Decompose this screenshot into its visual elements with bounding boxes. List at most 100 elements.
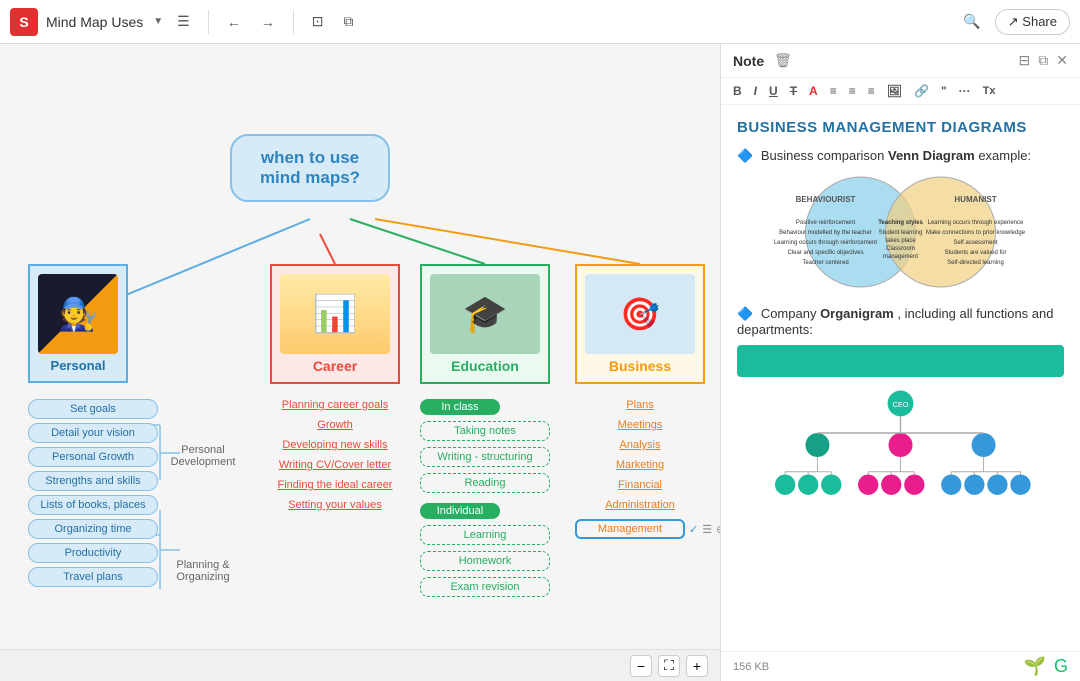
personal-label: Personal (34, 358, 122, 373)
popout-icon[interactable]: ⧉ (1038, 52, 1048, 69)
zoom-fit-button[interactable]: ⛶ (658, 655, 680, 677)
org-icon: 🔷 (737, 306, 753, 321)
trash-icon[interactable]: 🗑 (774, 52, 792, 69)
list-item[interactable]: Planning career goals (270, 399, 400, 411)
expand-icon[interactable]: ⊕ (716, 523, 720, 536)
list-item[interactable]: Set goals (28, 399, 158, 419)
canvas[interactable]: when to use mind maps? 🧑‍🔧 Personal Set … (0, 44, 720, 681)
business-label: Business (585, 358, 695, 374)
career-items: Planning career goals Growth Developing … (270, 399, 400, 511)
file-size: 156 KB (733, 661, 769, 673)
list-item[interactable]: Organizing time (28, 519, 158, 539)
business-image: 🎯 (585, 274, 695, 354)
frame-button[interactable]: ⊡ (306, 9, 330, 34)
list-item[interactable]: Developing new skills (270, 439, 400, 451)
list-item[interactable]: Exam revision (420, 577, 550, 597)
education-items: In class Taking notes Writing - structur… (420, 399, 550, 597)
svg-text:management: management (883, 254, 918, 260)
bold-button[interactable]: B (729, 82, 746, 100)
image-button[interactable]: 🖼 (883, 82, 906, 100)
svg-text:Students are valued for: Students are valued for (944, 250, 1006, 256)
list-item[interactable]: Financial (575, 479, 705, 491)
file-title: Mind Map Uses (46, 14, 143, 30)
list-item[interactable]: Finding the ideal career (270, 479, 400, 491)
management-selected-item[interactable]: Management (575, 519, 685, 539)
svg-text:Learning occurs through experi: Learning occurs through experience (928, 220, 1024, 226)
personal-node[interactable]: 🧑‍🔧 Personal (28, 264, 128, 383)
org-prefix: Company (761, 306, 820, 321)
strikethrough-button[interactable]: T (786, 82, 801, 100)
list-item[interactable]: Strengths and skills (28, 471, 158, 491)
list-icon[interactable]: ☰ (702, 523, 712, 536)
redo-button[interactable]: → (255, 10, 281, 34)
list-item[interactable]: Detail your vision (28, 423, 158, 443)
align-button[interactable]: ≡ (864, 82, 879, 100)
career-node[interactable]: 📊 Career (270, 264, 400, 384)
list-item[interactable]: Productivity (28, 543, 158, 563)
undo-button[interactable]: ← (221, 10, 247, 34)
more-button[interactable]: ··· (955, 82, 975, 100)
list-item[interactable]: Marketing (575, 459, 705, 471)
minimize-icon[interactable]: ⊟ (1019, 52, 1031, 69)
career-label: Career (280, 358, 390, 374)
note-heading: BUSINESS MANAGEMENT DIAGRAMS (737, 119, 1064, 136)
center-node[interactable]: when to use mind maps? (230, 134, 390, 202)
clear-format-button[interactable]: Tx (979, 83, 1000, 99)
list-item[interactable]: Taking notes (420, 421, 550, 441)
list-item[interactable]: Plans (575, 399, 705, 411)
venn-prefix: Business comparison (761, 148, 885, 163)
menu-button[interactable]: ☰ (171, 9, 196, 34)
list-item[interactable]: Growth (270, 419, 400, 431)
svg-text:Self assessment: Self assessment (953, 240, 997, 246)
svg-text:CEO: CEO (893, 400, 909, 409)
separator2 (293, 10, 294, 34)
org-bold: Organigram (820, 306, 894, 321)
list-item[interactable]: Setting your values (270, 499, 400, 511)
list-item[interactable]: Writing - structuring (420, 447, 550, 467)
title-dropdown-icon[interactable]: ▼ (153, 16, 163, 27)
toolbar-right: 🔍 ↗ Share (957, 9, 1070, 35)
zoom-controls: − ⛶ + (630, 655, 708, 677)
note-header: Note 🗑 ⊟ ⧉ ✕ (721, 44, 1080, 78)
note-footer: 156 KB 🌱 G (721, 651, 1080, 681)
underline-button[interactable]: U (765, 82, 782, 100)
list-item[interactable]: Reading (420, 473, 550, 493)
education-image: 🎓 (430, 274, 540, 354)
list-item[interactable]: Travel plans (28, 567, 158, 587)
italic-button[interactable]: I (750, 82, 761, 100)
duplicate-button[interactable]: ⧉ (337, 9, 359, 34)
share-icon: ↗ (1008, 14, 1019, 29)
venn-suffix: example: (978, 148, 1031, 163)
svg-text:Classroom: Classroom (886, 246, 915, 252)
note-section-org: 🔷 Company Organigram , including all fun… (737, 306, 1064, 510)
list-item[interactable]: Analysis (575, 439, 705, 451)
list-item[interactable]: Personal Growth (28, 447, 158, 467)
link-button[interactable]: 🔗 (910, 82, 933, 100)
list-item[interactable]: Learning (420, 525, 550, 545)
plant-icon[interactable]: 🌱 (1024, 656, 1046, 677)
business-node[interactable]: 🎯 Business (575, 264, 705, 384)
list-item[interactable]: Homework (420, 551, 550, 571)
zoom-out-button[interactable]: − (630, 655, 652, 677)
venn-svg: BEHAVIOURIST HUMANIST Positive reinforce… (737, 172, 1064, 292)
unordered-list-button[interactable]: ≡ (845, 82, 860, 100)
education-badge-individual: Individual (420, 503, 500, 519)
ordered-list-button[interactable]: ≡ (826, 82, 841, 100)
quote-button[interactable]: " (937, 82, 951, 100)
zoom-in-button[interactable]: + (686, 655, 708, 677)
venn-diagram: BEHAVIOURIST HUMANIST Positive reinforce… (737, 172, 1064, 292)
close-icon[interactable]: ✕ (1056, 52, 1068, 69)
education-node[interactable]: 🎓 Education (420, 264, 550, 384)
org-section-title: 🔷 Company Organigram , including all fun… (737, 306, 1064, 337)
svg-text:BEHAVIOURIST: BEHAVIOURIST (796, 195, 856, 204)
list-item[interactable]: Administration (575, 499, 705, 511)
grammarly-icon[interactable]: G (1054, 656, 1068, 677)
list-item[interactable]: Writing CV/Cover letter (270, 459, 400, 471)
font-color-button[interactable]: A (805, 82, 822, 100)
svg-text:Clear and specific objectives: Clear and specific objectives (787, 250, 863, 256)
canvas-bottom-bar: − ⛶ + (0, 649, 720, 681)
share-button[interactable]: ↗ Share (995, 9, 1070, 35)
search-button[interactable]: 🔍 (957, 9, 986, 34)
list-item[interactable]: Lists of books, places (28, 495, 158, 515)
list-item[interactable]: Meetings (575, 419, 705, 431)
